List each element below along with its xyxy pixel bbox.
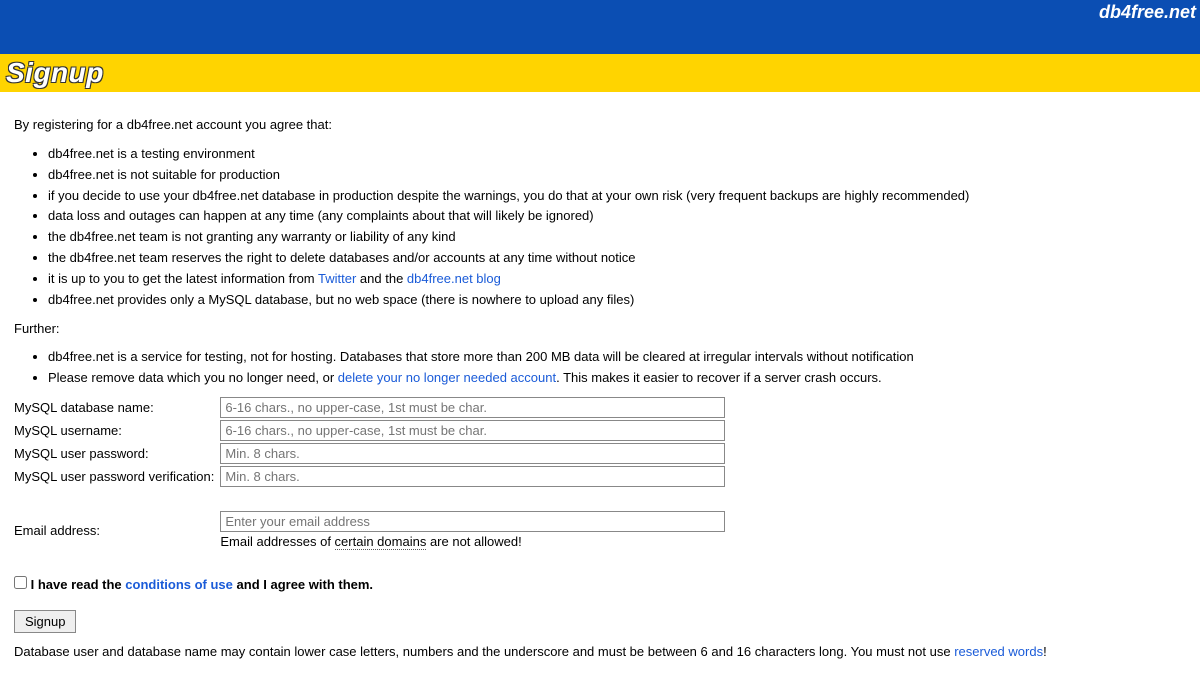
password2-label: MySQL user password verification: [14, 465, 220, 488]
terms-list-1: db4free.net is a testing environment db4… [14, 145, 1186, 310]
twitter-link[interactable]: Twitter [318, 271, 356, 286]
agree-row: I have read the conditions of use and I … [14, 576, 1186, 592]
password2-input[interactable] [220, 466, 725, 487]
username-label: MySQL username: [14, 419, 220, 442]
password-input[interactable] [220, 443, 725, 464]
list-item: db4free.net provides only a MySQL databa… [48, 291, 1186, 310]
certain-domains-link[interactable]: certain domains [335, 534, 427, 550]
intro-text: By registering for a db4free.net account… [14, 116, 1186, 135]
text: and I agree with them. [233, 577, 373, 592]
list-item: the db4free.net team is not granting any… [48, 228, 1186, 247]
list-item: the db4free.net team reserves the right … [48, 249, 1186, 268]
agree-checkbox[interactable] [14, 576, 27, 589]
blog-link[interactable]: db4free.net blog [407, 271, 501, 286]
email-hint: Email addresses of certain domains are n… [220, 534, 725, 549]
text: . This makes it easier to recover if a s… [556, 370, 882, 385]
list-item: db4free.net is not suitable for producti… [48, 166, 1186, 185]
text: ! [1043, 644, 1047, 659]
conditions-link[interactable]: conditions of use [125, 577, 233, 592]
text: Email addresses of [220, 534, 334, 549]
dbname-label: MySQL database name: [14, 396, 220, 419]
text: Database user and database name may cont… [14, 644, 954, 659]
page-title: Signup [6, 57, 104, 89]
password-label: MySQL user password: [14, 442, 220, 465]
reserved-words-link[interactable]: reserved words [954, 644, 1043, 659]
text: Please remove data which you no longer n… [48, 370, 338, 385]
list-item: it is up to you to get the latest inform… [48, 270, 1186, 289]
header-yellow-bar: Signup [0, 54, 1200, 92]
list-item: Please remove data which you no longer n… [48, 369, 1186, 388]
email-label: Email address: [14, 510, 220, 550]
list-item: db4free.net is a testing environment [48, 145, 1186, 164]
list-item: if you decide to use your db4free.net da… [48, 187, 1186, 206]
text: it is up to you to get the latest inform… [48, 271, 318, 286]
further-label: Further: [14, 320, 1186, 339]
list-item: db4free.net is a service for testing, no… [48, 348, 1186, 367]
signup-form-table: MySQL database name: MySQL username: MyS… [14, 396, 729, 550]
text: I have read the [31, 577, 126, 592]
agree-label[interactable]: I have read the conditions of use and I … [31, 577, 373, 592]
dbname-input[interactable] [220, 397, 725, 418]
brand-logo: db4free.net [1099, 2, 1196, 23]
list-item: data loss and outages can happen at any … [48, 207, 1186, 226]
footnote: Database user and database name may cont… [14, 643, 1186, 662]
header-blue-bar: db4free.net [0, 0, 1200, 54]
email-input[interactable] [220, 511, 725, 532]
text: are not allowed! [426, 534, 521, 549]
terms-list-2: db4free.net is a service for testing, no… [14, 348, 1186, 388]
delete-account-link[interactable]: delete your no longer needed account [338, 370, 556, 385]
text: and the [356, 271, 407, 286]
main-content: By registering for a db4free.net account… [0, 92, 1200, 682]
username-input[interactable] [220, 420, 725, 441]
